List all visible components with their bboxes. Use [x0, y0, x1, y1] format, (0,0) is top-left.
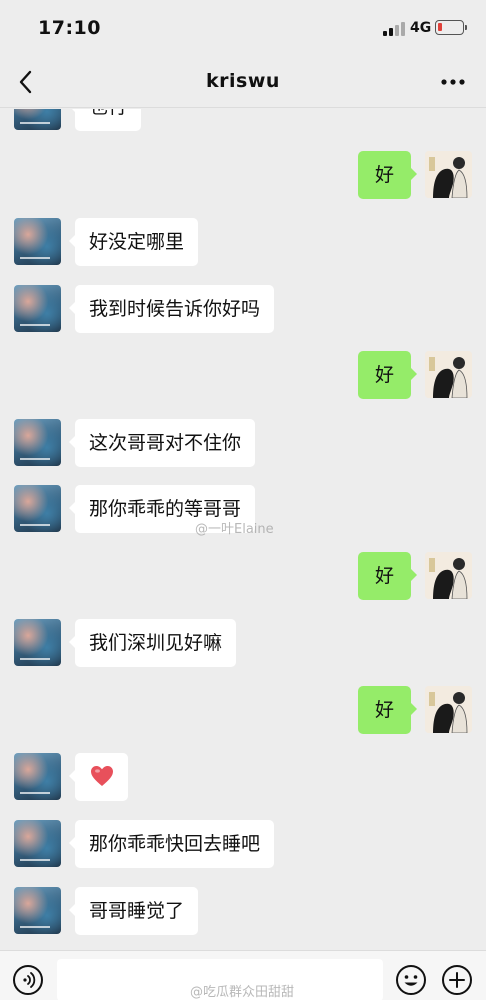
message-bubble[interactable]: 好	[358, 151, 417, 199]
chat-title: kriswu	[206, 70, 280, 92]
message-row: 哥哥睡觉了	[0, 887, 486, 935]
battery-icon	[435, 20, 467, 35]
message-bubble[interactable]: 好	[358, 351, 417, 399]
contact-avatar[interactable]	[14, 820, 61, 867]
message-bubble[interactable]: 这次哥哥对不住你	[68, 419, 256, 467]
message-bubble[interactable]: 哥哥睡觉了	[68, 887, 199, 935]
status-time: 17:10	[38, 17, 101, 39]
battery-level	[438, 23, 442, 31]
message-list[interactable]: 也行 好 好没定哪里 我到时候告诉你好吗 好 这次哥哥对不住你	[0, 109, 486, 949]
message-bubble[interactable]: 好没定哪里	[68, 218, 199, 266]
my-avatar[interactable]	[425, 686, 472, 733]
message-row: 好	[0, 351, 486, 399]
message-row: 我到时候告诉你好吗	[0, 285, 486, 333]
message-bubble[interactable]: 我到时候告诉你好吗	[68, 285, 275, 333]
emoji-icon[interactable]	[395, 964, 427, 996]
message-row: 这次哥哥对不住你	[0, 419, 486, 467]
contact-avatar[interactable]	[14, 218, 61, 265]
heart-icon	[90, 765, 113, 786]
signal-icon	[383, 22, 405, 36]
message-bubble[interactable]: 好	[358, 686, 417, 734]
message-row: 那你乖乖快回去睡吧	[0, 820, 486, 868]
my-avatar[interactable]	[425, 151, 472, 198]
nav-bar: kriswu	[0, 58, 486, 108]
status-bar: 17:10 4G	[0, 0, 486, 58]
message-row: 我们深圳见好嘛	[0, 619, 486, 667]
plus-icon[interactable]	[441, 964, 473, 996]
my-avatar[interactable]	[425, 552, 472, 599]
message-row: 好没定哪里	[0, 218, 486, 266]
message-bubble[interactable]: 也行	[68, 109, 142, 131]
message-bubble[interactable]: 好	[358, 552, 417, 600]
input-bar: @吃瓜群众田甜甜	[0, 950, 486, 1000]
more-icon[interactable]	[440, 70, 466, 94]
contact-avatar[interactable]	[14, 285, 61, 332]
contact-avatar[interactable]	[14, 619, 61, 666]
contact-avatar[interactable]	[14, 753, 61, 800]
contact-avatar[interactable]	[14, 109, 61, 130]
contact-avatar[interactable]	[14, 485, 61, 532]
message-row: 好	[0, 151, 486, 199]
message-row: 那你乖乖的等哥哥	[0, 485, 486, 533]
message-bubble[interactable]: 那你乖乖的等哥哥	[68, 485, 256, 533]
contact-avatar[interactable]	[14, 419, 61, 466]
message-row: 好	[0, 686, 486, 734]
message-bubble[interactable]: 那你乖乖快回去睡吧	[68, 820, 275, 868]
message-bubble[interactable]	[69, 753, 128, 801]
network-label: 4G	[410, 20, 432, 36]
message-row: 好	[0, 552, 486, 600]
message-row	[0, 753, 486, 801]
my-avatar[interactable]	[425, 351, 472, 398]
message-row: 也行	[0, 109, 486, 131]
contact-avatar[interactable]	[14, 887, 61, 934]
voice-icon[interactable]	[12, 964, 44, 996]
message-input[interactable]	[57, 959, 383, 1000]
message-bubble[interactable]: 我们深圳见好嘛	[68, 619, 237, 667]
